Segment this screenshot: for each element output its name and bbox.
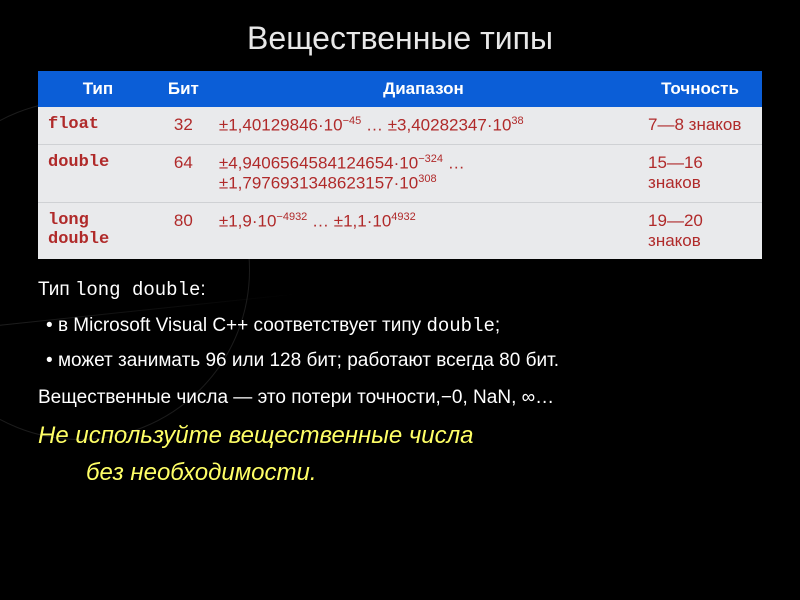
cell-bits: 32 — [158, 107, 209, 144]
cell-range: ±4,9406564584124654·10−324 … ±1,79769313… — [209, 144, 638, 202]
col-bits: Бит — [158, 71, 209, 107]
cell-range: ±1,40129846·10−45 … ±3,40282347·1038 — [209, 107, 638, 144]
col-range: Диапазон — [209, 71, 638, 107]
table-row: double64±4,9406564584124654·10−324 … ±1,… — [38, 144, 762, 202]
cell-type: float — [38, 107, 158, 144]
cell-precision: 15—16 знаков — [638, 144, 762, 202]
col-precision: Точность — [638, 71, 762, 107]
note-loss: Вещественные числа — это потери точности… — [38, 383, 762, 412]
cell-type: double — [38, 144, 158, 202]
cell-bits: 80 — [158, 202, 209, 259]
cell-range: ±1,9·10−4932 … ±1,1·104932 — [209, 202, 638, 259]
cell-bits: 64 — [158, 144, 209, 202]
cell-precision: 19—20 знаков — [638, 202, 762, 259]
note-long-double: Тип long double: — [38, 275, 762, 305]
cell-precision: 7—8 знаков — [638, 107, 762, 144]
cell-type: long double — [38, 202, 158, 259]
emphasis: Не используйте вещественные числа без не… — [38, 417, 762, 491]
bullet-1: в Microsoft Visual C++ соответствует тип… — [46, 311, 762, 341]
table-row: long double80±1,9·10−4932 … ±1,1·1049321… — [38, 202, 762, 259]
table-row: float32±1,40129846·10−45 … ±3,40282347·1… — [38, 107, 762, 144]
slide-title: Вещественные типы — [38, 20, 762, 57]
col-type: Тип — [38, 71, 158, 107]
types-table: Тип Бит Диапазон Точность float32±1,4012… — [38, 71, 762, 259]
bullet-2: может занимать 96 или 128 бит; работают … — [46, 346, 762, 375]
